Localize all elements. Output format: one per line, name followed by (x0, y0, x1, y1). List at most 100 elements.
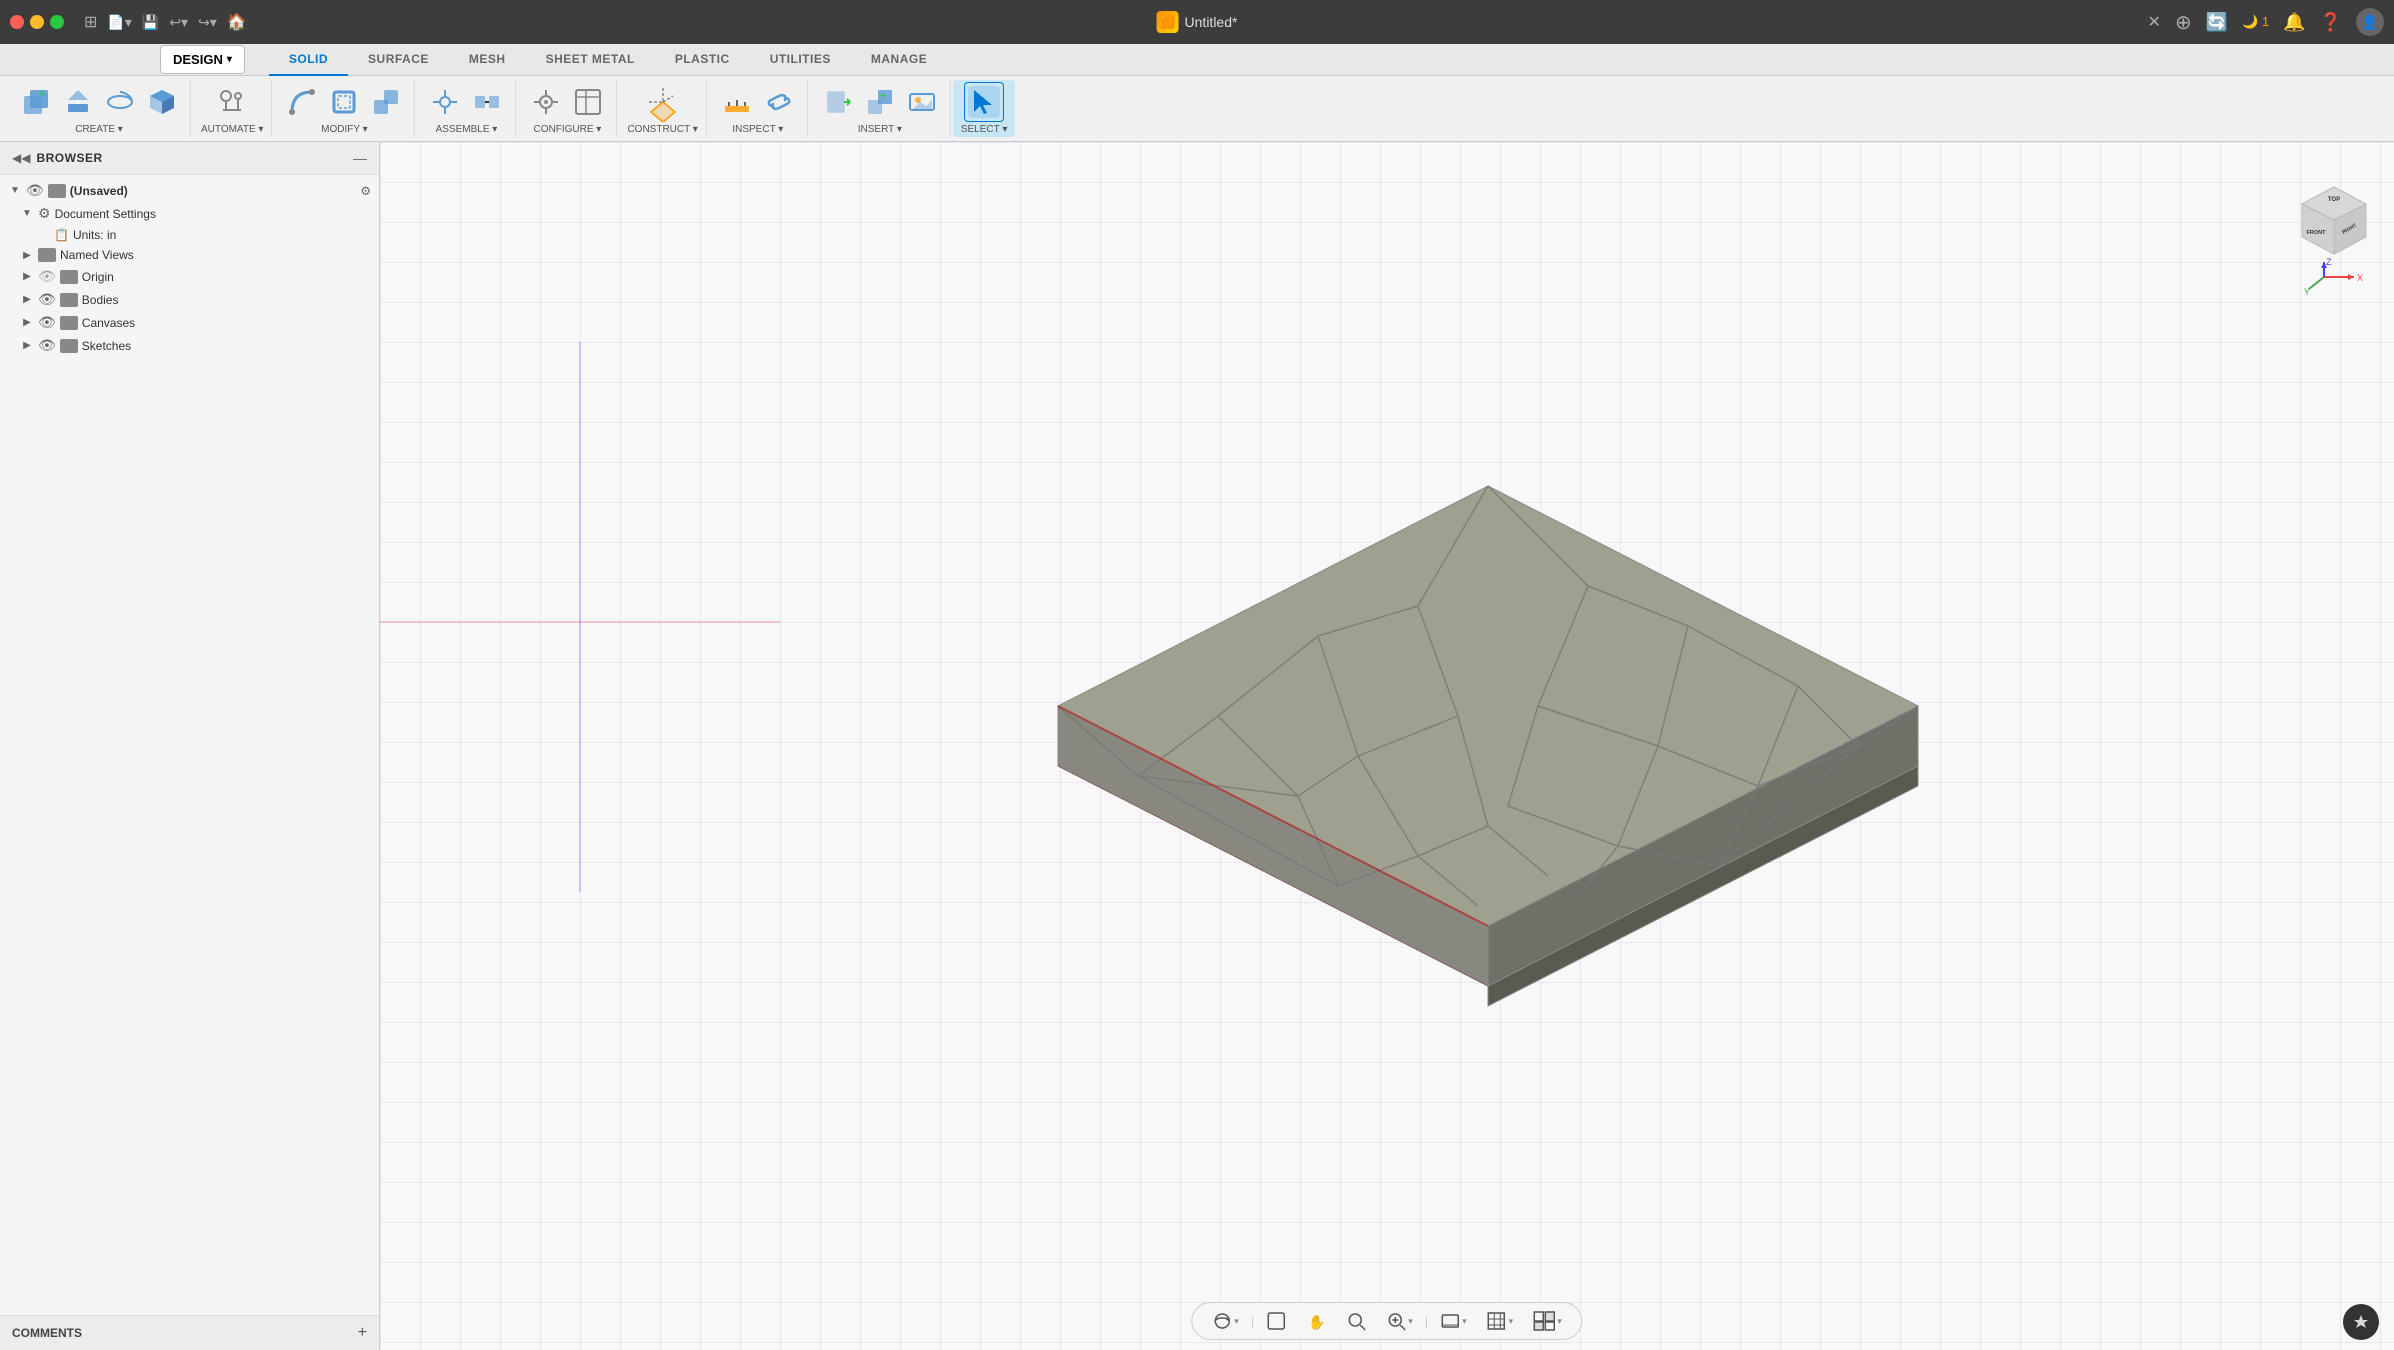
addcomponent-icon[interactable]: + (860, 82, 900, 122)
inspect-label: INSPECT ▾ (732, 124, 783, 135)
right-controls[interactable]: ✕ ⊕ 🔄 🌙 1 🔔 ❓ 👤 (2148, 8, 2384, 36)
tree-item-doc-settings[interactable]: ▼ ⚙ Document Settings (0, 202, 379, 225)
viewport[interactable]: TOP RIGHT FRONT X Z Y ▾ | (380, 142, 2394, 1350)
settings-gear-icon: ⚙ (38, 205, 51, 222)
minimize-button[interactable] (30, 15, 44, 29)
eye-icon[interactable]: 👁 (38, 291, 56, 308)
window-controls[interactable] (10, 15, 64, 29)
eye-icon[interactable]: 👁 (26, 182, 44, 199)
inspect-group: INSPECT ▾ (709, 80, 808, 137)
model-canvas (380, 142, 2394, 1350)
automate-label: AUTOMATE ▾ (201, 124, 263, 135)
sync-icon[interactable]: 🔄 (2206, 12, 2228, 33)
shell-icon[interactable] (324, 82, 364, 122)
3d-model-svg (938, 406, 2038, 1086)
pan-tool[interactable]: ✋ (1298, 1307, 1334, 1335)
folder-icon (38, 248, 56, 262)
insert-icon[interactable] (818, 82, 858, 122)
orbit-tool[interactable]: ▾ (1204, 1307, 1247, 1335)
configure-label: CONFIGURE ▾ (534, 124, 602, 135)
tree-item-named-views[interactable]: ▶ Named Views (0, 245, 379, 265)
tree-item-bodies[interactable]: ▶ 👁 Bodies (0, 288, 379, 311)
zoom-fit-tool[interactable] (1338, 1307, 1374, 1335)
design-mode-button[interactable]: DESIGN ▾ (160, 45, 245, 74)
joint-icon[interactable] (425, 82, 465, 122)
tree-item-sketches[interactable]: ▶ 👁 Sketches (0, 334, 379, 357)
tab-sheet-metal[interactable]: SHEET METAL (526, 44, 655, 76)
plane-icon[interactable] (643, 82, 683, 122)
expand-arrow[interactable]: ▶ (20, 271, 34, 282)
expand-arrow[interactable]: ▶ (20, 250, 34, 261)
tab-plastic[interactable]: PLASTIC (655, 44, 750, 76)
component-icon (48, 184, 66, 198)
eye-icon[interactable]: 👁 (38, 337, 56, 354)
grid-tool[interactable]: ▾ (1479, 1307, 1522, 1335)
settings-icon[interactable]: ⚙ (360, 184, 371, 198)
link-icon[interactable] (759, 82, 799, 122)
undo-button[interactable]: ↩▾ (169, 14, 188, 31)
tree-item-canvases[interactable]: ▶ 👁 Canvases (0, 311, 379, 334)
svg-text:TOP: TOP (2328, 197, 2340, 203)
close-button[interactable] (10, 15, 24, 29)
expand-arrow[interactable]: ▶ (20, 340, 34, 351)
title-bar: ⊞ 📄▾ 💾 ↩▾ ↪▾ 🏠 🟧 Untitled* ✕ ⊕ 🔄 🌙 1 🔔 ❓… (0, 0, 2394, 44)
automate-icon[interactable] (212, 82, 252, 122)
tree-item-unsaved[interactable]: ▼ 👁 (Unsaved) ⚙ (0, 179, 379, 202)
units-icon: 📋 (54, 228, 69, 242)
select-group: SELECT ▾ (953, 80, 1016, 137)
notifications-icon[interactable]: 🔔 (2283, 12, 2305, 33)
table-icon[interactable] (568, 82, 608, 122)
redo-button[interactable]: ↪▾ (198, 14, 217, 31)
expand-arrow[interactable]: ▼ (8, 185, 22, 196)
pan-view-tool[interactable] (1258, 1307, 1294, 1335)
help-icon[interactable]: ❓ (2320, 12, 2342, 33)
expand-arrow[interactable]: ▶ (20, 317, 34, 328)
configure-group: CONFIGURE ▾ (518, 80, 617, 137)
nav-cube-svg[interactable]: TOP RIGHT FRONT (2294, 182, 2374, 262)
close-window-button[interactable]: ✕ (2148, 12, 2161, 32)
home-button[interactable]: 🏠 (227, 12, 247, 32)
tab-manage[interactable]: MANAGE (851, 44, 947, 76)
add-tab-button[interactable]: ⊕ (2175, 10, 2192, 35)
eye-hidden-icon[interactable]: 👁 (38, 268, 56, 285)
rigid-icon[interactable] (467, 82, 507, 122)
extrude-icon[interactable] (58, 82, 98, 122)
configure-icon[interactable] (526, 82, 566, 122)
collapse-arrows[interactable]: ◀◀ (12, 151, 30, 165)
maximize-button[interactable] (50, 15, 64, 29)
file-menu[interactable]: 📄▾ (107, 14, 131, 31)
tree-item-origin[interactable]: ▶ 👁 Origin (0, 265, 379, 288)
tab-solid[interactable]: SOLID (269, 44, 348, 76)
fillet-icon[interactable] (282, 82, 322, 122)
settings-circle-button[interactable] (2343, 1304, 2379, 1340)
avatar[interactable]: 👤 (2356, 8, 2384, 36)
view-tool[interactable]: ▾ (1525, 1307, 1570, 1335)
insert-label: INSERT ▾ (858, 124, 902, 135)
comments-label: COMMENTS (12, 1326, 358, 1340)
expand-arrow[interactable]: ▶ (20, 294, 34, 305)
grid-icon[interactable]: ⊞ (84, 12, 97, 32)
eye-icon[interactable]: 👁 (38, 314, 56, 331)
display-mode-tool[interactable]: ▾ (1432, 1307, 1475, 1335)
combine-icon[interactable] (366, 82, 406, 122)
nav-cube[interactable]: TOP RIGHT FRONT X Z Y (2294, 182, 2374, 262)
image-icon[interactable] (902, 82, 942, 122)
separator: | (1251, 1314, 1254, 1329)
box-icon[interactable] (142, 82, 182, 122)
folder-icon (60, 316, 78, 330)
assemble-label: ASSEMBLE ▾ (436, 124, 498, 135)
add-comment-button[interactable]: + (358, 1324, 367, 1342)
measure-icon[interactable] (717, 82, 757, 122)
new-component-icon[interactable]: + (16, 82, 56, 122)
tab-mesh[interactable]: MESH (449, 44, 526, 76)
select-icon[interactable] (964, 82, 1004, 122)
revolve-icon[interactable] (100, 82, 140, 122)
app-icon: 🟧 (1157, 11, 1179, 33)
tab-utilities[interactable]: UTILITIES (750, 44, 851, 76)
zoom-tool[interactable]: ▾ (1378, 1307, 1421, 1335)
browser-collapse-button[interactable]: — (353, 150, 367, 166)
tab-surface[interactable]: SURFACE (348, 44, 449, 76)
expand-arrow[interactable]: ▼ (20, 208, 34, 219)
tree-item-units[interactable]: 📋 Units: in (0, 225, 379, 245)
save-button[interactable]: 💾 (142, 14, 159, 31)
